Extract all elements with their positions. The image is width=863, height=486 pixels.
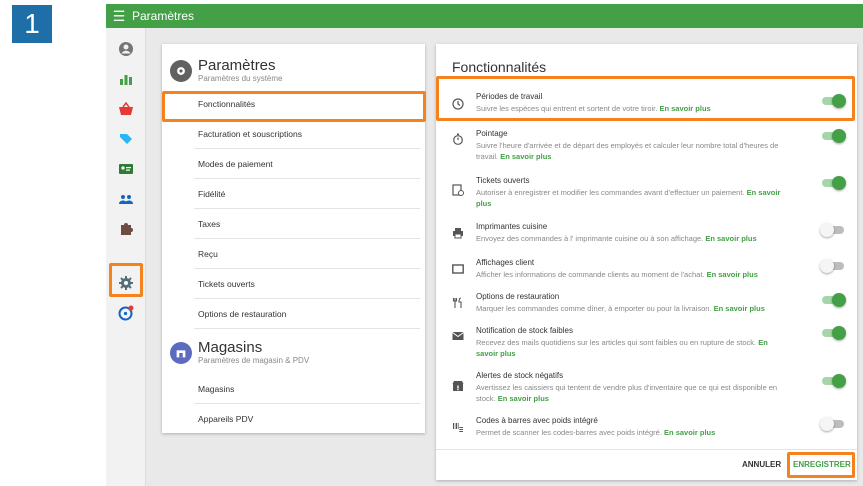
feature-name: Imprimantes cuisine — [476, 222, 548, 231]
fonctionnalites-highlight — [162, 91, 426, 122]
learn-more-link[interactable]: En savoir plus — [664, 428, 715, 437]
employees-card-icon[interactable] — [114, 158, 138, 180]
feature-toggle[interactable] — [822, 129, 846, 143]
settings-section-header: Paramètres Paramètres du système — [162, 48, 425, 94]
feature-toggle[interactable] — [822, 176, 846, 190]
menu-item-taxes[interactable]: Taxes — [194, 209, 420, 239]
barcode-icon — [450, 419, 466, 435]
learn-more-link[interactable]: En savoir plus — [498, 394, 549, 403]
feature-name: Codes à barres avec poids intégré — [476, 416, 598, 425]
menu-item-recu[interactable]: Reçu — [194, 239, 420, 269]
feature-toggle[interactable] — [822, 293, 846, 307]
menu-item-tickets-ouverts[interactable]: Tickets ouverts — [194, 269, 420, 299]
items-tag-icon[interactable] — [114, 128, 138, 150]
feature-description: Afficher les informations de commande cl… — [476, 270, 758, 279]
feature-name: Pointage — [476, 129, 508, 138]
reports-chart-icon[interactable] — [114, 68, 138, 90]
menu-item-options-restauration[interactable]: Options de restauration — [194, 299, 420, 329]
shopping-basket-icon[interactable] — [114, 98, 138, 120]
feature-toggle[interactable] — [822, 374, 846, 388]
mail-icon — [450, 328, 466, 344]
feature-toggle[interactable] — [820, 259, 844, 273]
learn-more-link[interactable]: En savoir plus — [500, 152, 551, 161]
feature-toggle[interactable] — [822, 326, 846, 340]
open-ticket-icon — [450, 182, 466, 198]
account-icon[interactable] — [114, 38, 138, 60]
feature-toggle[interactable] — [820, 417, 844, 431]
learn-more-link[interactable]: En savoir plus — [705, 234, 756, 243]
feature-description: Marquer les commandes comme dîner, à emp… — [476, 304, 765, 313]
menu-item-magasins[interactable]: Magasins — [194, 374, 420, 404]
feature-toggle[interactable] — [820, 223, 844, 237]
learn-more-link[interactable]: En savoir plus — [714, 304, 765, 313]
learn-more-link[interactable]: En savoir plus — [707, 270, 758, 279]
save-button-highlight — [787, 452, 855, 478]
display-icon — [450, 261, 466, 277]
feature-description: Suivre l'heure d'arrivée et de départ de… — [476, 141, 779, 161]
integrations-puzzle-icon[interactable] — [114, 218, 138, 240]
settings-title: Paramètres — [198, 57, 276, 74]
feature-description: Envoyez des commandes à l' imprimante cu… — [476, 234, 757, 243]
settings-subtitle: Paramètres du système — [198, 74, 283, 83]
settings-icon-highlight — [109, 263, 143, 297]
system-gear-icon — [170, 60, 192, 82]
stores-section-header: Magasins Paramètres de magasin & PDV — [162, 330, 425, 376]
menu-item-appareils-pdv[interactable]: Appareils PDV — [194, 404, 420, 434]
top-bar: ☰ Paramètres — [106, 4, 863, 28]
feature-name: Options de restauration — [476, 292, 560, 301]
feature-description: Recevez des mails quotidiens sur les art… — [476, 338, 768, 358]
page-title: Paramètres — [132, 9, 195, 23]
feature-description: Permet de scanner les codes-barres avec … — [476, 428, 716, 437]
feature-name: Affichages client — [476, 258, 535, 267]
store-alert-icon — [450, 378, 466, 394]
cutlery-icon — [450, 295, 466, 311]
printer-icon — [450, 225, 466, 241]
menu-item-fidelite[interactable]: Fidélité — [194, 179, 420, 209]
hamburger-menu-icon[interactable]: ☰ — [106, 8, 132, 25]
stopwatch-icon — [450, 131, 466, 147]
feature-description: Autoriser à enregistrer et modifier les … — [476, 188, 781, 208]
stores-subtitle: Paramètres de magasin & PDV — [198, 356, 310, 365]
menu-item-facturation[interactable]: Facturation et souscriptions — [194, 119, 420, 149]
feature-name: Notification de stock faibles — [476, 326, 573, 335]
cancel-button[interactable]: ANNULER — [742, 460, 781, 469]
feature-name: Tickets ouverts — [476, 176, 530, 185]
feature-name: Alertes de stock négatifs — [476, 371, 564, 380]
feature-description: Avertissez les caissiers qui tentent de … — [476, 383, 778, 403]
store-icon — [170, 342, 192, 364]
help-icon[interactable] — [114, 302, 138, 324]
left-navigation-rail — [106, 28, 146, 486]
periodes-travail-highlight — [436, 76, 855, 121]
features-title: Fonctionnalités — [452, 59, 547, 75]
stores-title: Magasins — [198, 339, 263, 356]
customers-icon[interactable] — [114, 188, 138, 210]
menu-item-modes-paiement[interactable]: Modes de paiement — [194, 149, 420, 179]
step-number-badge: 1 — [12, 5, 52, 43]
